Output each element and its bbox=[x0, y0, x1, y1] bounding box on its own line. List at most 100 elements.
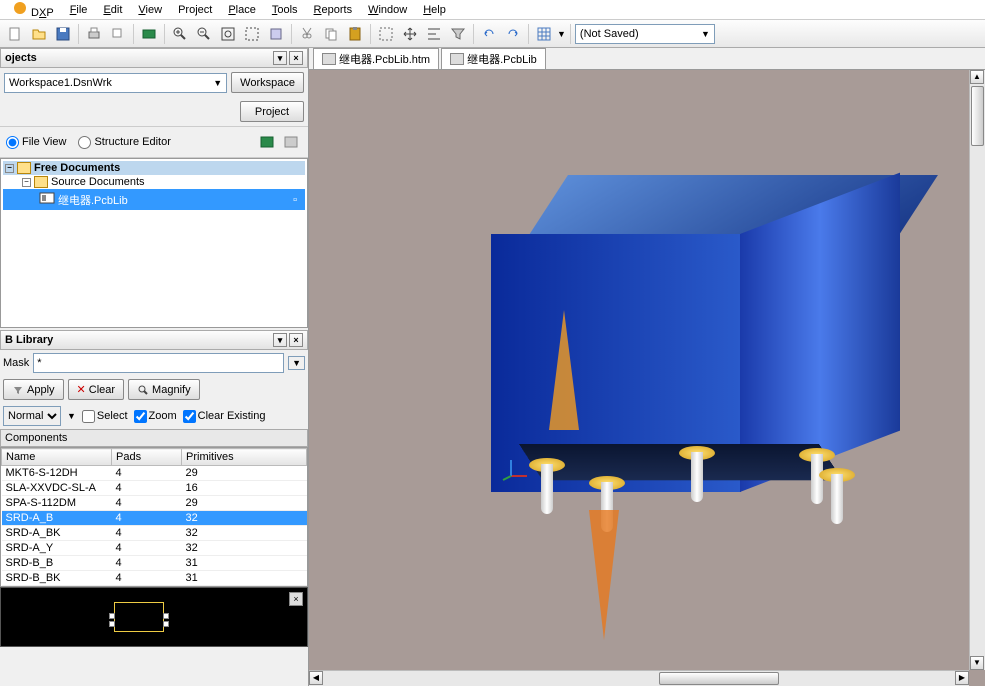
preview-symbol bbox=[114, 602, 164, 632]
units-combo[interactable]: (Not Saved) ▼ bbox=[575, 24, 715, 44]
move-icon[interactable] bbox=[399, 23, 421, 45]
document-tabs: 继电器.PcbLib.htm 继电器.PcbLib bbox=[309, 48, 985, 70]
cut-icon[interactable] bbox=[296, 23, 318, 45]
components-grid[interactable]: Name Pads Primitives MKT6-S-12DH429SLA-X… bbox=[0, 447, 308, 587]
menu-view[interactable]: View bbox=[130, 2, 170, 18]
panel-menu-icon[interactable]: ▾ bbox=[273, 333, 287, 347]
zoom-out-icon[interactable] bbox=[193, 23, 215, 45]
scroll-thumb-h[interactable] bbox=[659, 672, 779, 685]
mode-select[interactable]: Normal bbox=[3, 406, 61, 426]
collapse-icon[interactable]: − bbox=[22, 178, 31, 187]
menu-file[interactable]: File bbox=[62, 2, 96, 18]
copy-icon[interactable] bbox=[320, 23, 342, 45]
tree-leaf-label: 继电器.PcbLib bbox=[58, 192, 128, 208]
save-icon[interactable] bbox=[52, 23, 74, 45]
proj-tool1-icon[interactable] bbox=[256, 131, 278, 153]
table-row[interactable]: SLA-XXVDC-SL-A416 bbox=[2, 481, 307, 496]
panel-close-icon[interactable]: × bbox=[289, 51, 303, 65]
table-row[interactable]: SPA-S-112DM429 bbox=[2, 496, 307, 511]
mask-input[interactable] bbox=[33, 353, 284, 373]
axis-gizmo-icon bbox=[501, 458, 531, 482]
scrollbar-vertical[interactable]: ▲ ▼ bbox=[969, 70, 985, 670]
project-tree[interactable]: − Free Documents − Source Documents 继电器.… bbox=[0, 158, 308, 328]
zoom-area-icon[interactable] bbox=[241, 23, 263, 45]
component-preview: × bbox=[0, 587, 308, 647]
magnify-button[interactable]: Magnify bbox=[128, 379, 200, 400]
menu-place[interactable]: Place bbox=[220, 2, 264, 18]
workspace-text: Workspace1.DsnWrk bbox=[9, 77, 112, 89]
chevron-down-icon: ▼ bbox=[213, 78, 222, 88]
workspace-combo[interactable]: Workspace1.DsnWrk ▼ bbox=[4, 73, 227, 93]
zoom-sel-icon[interactable] bbox=[265, 23, 287, 45]
3d-viewport-area: 继电器.PcbLib.htm 继电器.PcbLib bbox=[309, 48, 985, 686]
clearexisting-checkbox[interactable]: Clear Existing bbox=[183, 410, 266, 423]
select-icon[interactable] bbox=[375, 23, 397, 45]
scroll-up-icon[interactable]: ▲ bbox=[970, 70, 984, 84]
table-row[interactable]: SRD-A_B432 bbox=[2, 511, 307, 526]
table-row[interactable]: MKT6-S-12DH429 bbox=[2, 466, 307, 481]
structure-radio[interactable]: Structure Editor bbox=[78, 136, 170, 149]
doc-marker-icon: ▫ bbox=[293, 194, 297, 206]
tab-htm[interactable]: 继电器.PcbLib.htm bbox=[313, 48, 439, 69]
library-title: B Library ▾ × bbox=[0, 330, 308, 350]
col-primitives[interactable]: Primitives bbox=[182, 449, 307, 466]
scroll-right-icon[interactable]: ▶ bbox=[955, 671, 969, 685]
table-row[interactable]: SRD-A_BK432 bbox=[2, 526, 307, 541]
preview-close-icon[interactable]: × bbox=[289, 592, 303, 606]
pcblib-icon bbox=[450, 53, 464, 65]
scroll-left-icon[interactable]: ◀ bbox=[309, 671, 323, 685]
pcb-library-panel: B Library ▾ × Mask ▼ Apply ✕ Clear Magni… bbox=[0, 330, 308, 686]
board-icon[interactable] bbox=[138, 23, 160, 45]
col-pads[interactable]: Pads bbox=[112, 449, 182, 466]
library-title-text: B Library bbox=[5, 334, 53, 346]
panel-close-icon[interactable]: × bbox=[289, 333, 303, 347]
scrollbar-horizontal[interactable]: ◀ ▶ bbox=[309, 670, 969, 686]
menu-reports[interactable]: Reports bbox=[306, 2, 361, 18]
grid-icon[interactable] bbox=[533, 23, 555, 45]
menu-help[interactable]: Help bbox=[415, 2, 454, 18]
menu-tools[interactable]: Tools bbox=[264, 2, 306, 18]
table-row[interactable]: SRD-A_Y432 bbox=[2, 541, 307, 556]
chevron-down-icon: ▼ bbox=[701, 29, 710, 39]
tab-pcblib[interactable]: 继电器.PcbLib bbox=[441, 48, 546, 69]
clear-button[interactable]: ✕ Clear bbox=[68, 379, 125, 400]
scroll-thumb-v[interactable] bbox=[971, 86, 984, 146]
folder-icon bbox=[34, 176, 48, 188]
panel-menu-icon[interactable]: ▾ bbox=[273, 51, 287, 65]
zoom-in-icon[interactable] bbox=[169, 23, 191, 45]
scroll-down-icon[interactable]: ▼ bbox=[970, 656, 984, 670]
apply-button[interactable]: Apply bbox=[3, 379, 64, 400]
open-icon[interactable] bbox=[28, 23, 50, 45]
col-name[interactable]: Name bbox=[2, 449, 112, 466]
projects-panel: ojects ▾ × Workspace1.DsnWrk ▼ Workspace… bbox=[0, 48, 308, 328]
new-doc-icon[interactable] bbox=[4, 23, 26, 45]
align-icon[interactable] bbox=[423, 23, 445, 45]
table-row[interactable]: SRD-B_BK431 bbox=[2, 571, 307, 586]
redo-icon[interactable] bbox=[502, 23, 524, 45]
preview-icon[interactable] bbox=[107, 23, 129, 45]
tree-free-documents[interactable]: − Free Documents bbox=[3, 161, 305, 175]
proj-tool2-icon[interactable] bbox=[280, 131, 302, 153]
mask-dropdown-icon[interactable]: ▼ bbox=[288, 356, 305, 370]
workspace-button[interactable]: Workspace bbox=[231, 72, 304, 93]
filter-icon[interactable] bbox=[447, 23, 469, 45]
print-icon[interactable] bbox=[83, 23, 105, 45]
undo-icon[interactable] bbox=[478, 23, 500, 45]
project-button[interactable]: Project bbox=[240, 101, 304, 122]
menu-project[interactable]: Project bbox=[170, 2, 220, 18]
tree-pcblib-item[interactable]: 继电器.PcbLib ▫ bbox=[3, 189, 305, 210]
select-checkbox[interactable]: Select bbox=[82, 410, 128, 423]
paste-icon[interactable] bbox=[344, 23, 366, 45]
menu-dxp[interactable]: DXP bbox=[4, 0, 62, 21]
menu-window[interactable]: Window bbox=[360, 2, 415, 18]
3d-viewport[interactable]: ▲ ▼ ◀ ▶ bbox=[309, 70, 985, 686]
tree-source-documents[interactable]: − Source Documents bbox=[3, 175, 305, 189]
collapse-icon[interactable]: − bbox=[5, 164, 14, 173]
zoom-fit-icon[interactable] bbox=[217, 23, 239, 45]
zoom-checkbox[interactable]: Zoom bbox=[134, 410, 177, 423]
table-row[interactable]: SRD-B_B431 bbox=[2, 556, 307, 571]
tree-root-label: Free Documents bbox=[34, 162, 120, 174]
fileview-radio[interactable]: File View bbox=[6, 136, 66, 149]
menubar: DXP File Edit View Project Place Tools R… bbox=[0, 0, 985, 20]
menu-edit[interactable]: Edit bbox=[95, 2, 130, 18]
